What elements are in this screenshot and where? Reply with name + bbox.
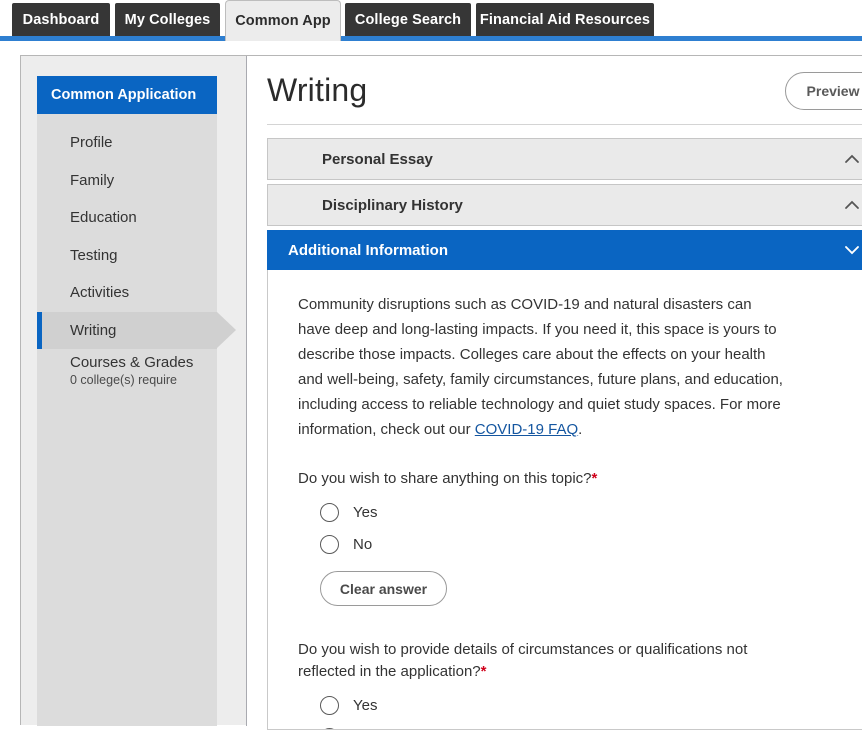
accordion-disciplinary-history[interactable]: Disciplinary History xyxy=(267,184,862,226)
question-share-topic-text: Do you wish to share anything on this to… xyxy=(298,468,748,490)
tab-bar-underline xyxy=(0,36,862,41)
sidebar-item-activities[interactable]: Activities xyxy=(37,274,217,312)
page-title: Writing xyxy=(267,72,367,109)
required-marker: * xyxy=(481,663,487,680)
tab-financial-aid-resources[interactable]: Financial Aid Resources xyxy=(476,3,654,36)
accordion-group: Personal Essay Disciplinary History Addi… xyxy=(267,125,862,730)
additional-information-panel: Community disruptions such as COVID-19 a… xyxy=(267,270,862,730)
radio-row-circumstances-no[interactable]: No xyxy=(298,721,854,730)
sidebar-item-courses-and-grades-label: Courses & Grades xyxy=(70,354,193,371)
radio-circumstances-yes-label: Yes xyxy=(353,697,377,714)
sidebar-item-profile-label: Profile xyxy=(70,134,113,151)
tab-my-colleges-label: My Colleges xyxy=(125,12,211,28)
sidebar-item-testing-label: Testing xyxy=(70,247,118,264)
sidebar-header: Common Application xyxy=(37,76,217,114)
chevron-up-icon[interactable] xyxy=(844,197,860,213)
question-block-share-topic: Do you wish to share anything on this to… xyxy=(298,468,854,606)
sidebar-item-education[interactable]: Education xyxy=(37,199,217,237)
sidebar-item-activities-label: Activities xyxy=(70,284,129,301)
radio-circumstances-yes[interactable] xyxy=(320,696,339,715)
sidebar-item-courses-and-grades-sub: 0 college(s) require xyxy=(70,373,177,387)
radio-row-share-topic-no[interactable]: No xyxy=(298,528,854,560)
tab-my-colleges[interactable]: My Colleges xyxy=(115,3,220,36)
radio-share-topic-yes[interactable] xyxy=(320,503,339,522)
accordion-personal-essay[interactable]: Personal Essay xyxy=(267,138,862,180)
intro-paragraph: Community disruptions such as COVID-19 a… xyxy=(298,292,786,442)
accordion-personal-essay-label: Personal Essay xyxy=(268,151,433,168)
accordion-additional-information-label: Additional Information xyxy=(268,242,448,259)
accordion-disciplinary-history-label: Disciplinary History xyxy=(268,197,463,214)
sidebar-item-courses-and-grades[interactable]: Courses & Grades 0 college(s) require xyxy=(37,349,217,393)
intro-text-part2: . xyxy=(578,421,582,438)
app-frame: Common Application Profile Family Educat… xyxy=(20,55,862,725)
sidebar-item-family-label: Family xyxy=(70,172,114,189)
radio-row-share-topic-yes[interactable]: Yes xyxy=(298,496,854,528)
tab-dashboard[interactable]: Dashboard xyxy=(12,3,110,36)
page-header: Writing Preview xyxy=(267,56,862,124)
clear-answer-button[interactable]: Clear answer xyxy=(320,571,447,606)
question-block-circumstances: Do you wish to provide details of circum… xyxy=(298,639,854,730)
sidebar-item-family[interactable]: Family xyxy=(37,162,217,200)
content-panel: Writing Preview Personal Essay Disciplin… xyxy=(246,56,862,726)
sidebar-item-writing[interactable]: Writing xyxy=(37,312,217,350)
chevron-down-icon[interactable] xyxy=(844,242,860,258)
radio-row-circumstances-yes[interactable]: Yes xyxy=(298,689,854,721)
tab-financial-aid-resources-label: Financial Aid Resources xyxy=(480,12,650,28)
question-circumstances-label: Do you wish to provide details of circum… xyxy=(298,641,747,680)
required-marker: * xyxy=(592,470,598,487)
preview-button[interactable]: Preview xyxy=(785,72,862,110)
sidebar-item-education-label: Education xyxy=(70,209,137,226)
tab-common-app[interactable]: Common App xyxy=(225,0,341,41)
tab-dashboard-label: Dashboard xyxy=(23,12,100,28)
tab-college-search[interactable]: College Search xyxy=(345,3,471,36)
top-tab-bar: Dashboard My Colleges Common App College… xyxy=(0,0,862,41)
chevron-up-icon[interactable] xyxy=(844,151,860,167)
radio-share-topic-yes-label: Yes xyxy=(353,504,377,521)
accordion-additional-information[interactable]: Additional Information xyxy=(267,230,862,270)
tab-common-app-label: Common App xyxy=(235,13,331,29)
sidebar-item-writing-label: Writing xyxy=(70,322,116,339)
radio-share-topic-no[interactable] xyxy=(320,535,339,554)
sidebar-nav-list: Profile Family Education Testing Activit… xyxy=(37,114,217,393)
sidebar-item-testing[interactable]: Testing xyxy=(37,237,217,275)
sidebar: Common Application Profile Family Educat… xyxy=(37,76,217,726)
sidebar-header-label: Common Application xyxy=(51,87,196,103)
question-circumstances-text: Do you wish to provide details of circum… xyxy=(298,639,748,683)
sidebar-item-profile[interactable]: Profile xyxy=(37,124,217,162)
radio-share-topic-no-label: No xyxy=(353,536,372,553)
covid-19-faq-link[interactable]: COVID-19 FAQ xyxy=(475,421,578,438)
tab-college-search-label: College Search xyxy=(355,12,461,28)
question-share-topic-label: Do you wish to share anything on this to… xyxy=(298,470,592,487)
intro-text-part1: Community disruptions such as COVID-19 a… xyxy=(298,296,783,438)
